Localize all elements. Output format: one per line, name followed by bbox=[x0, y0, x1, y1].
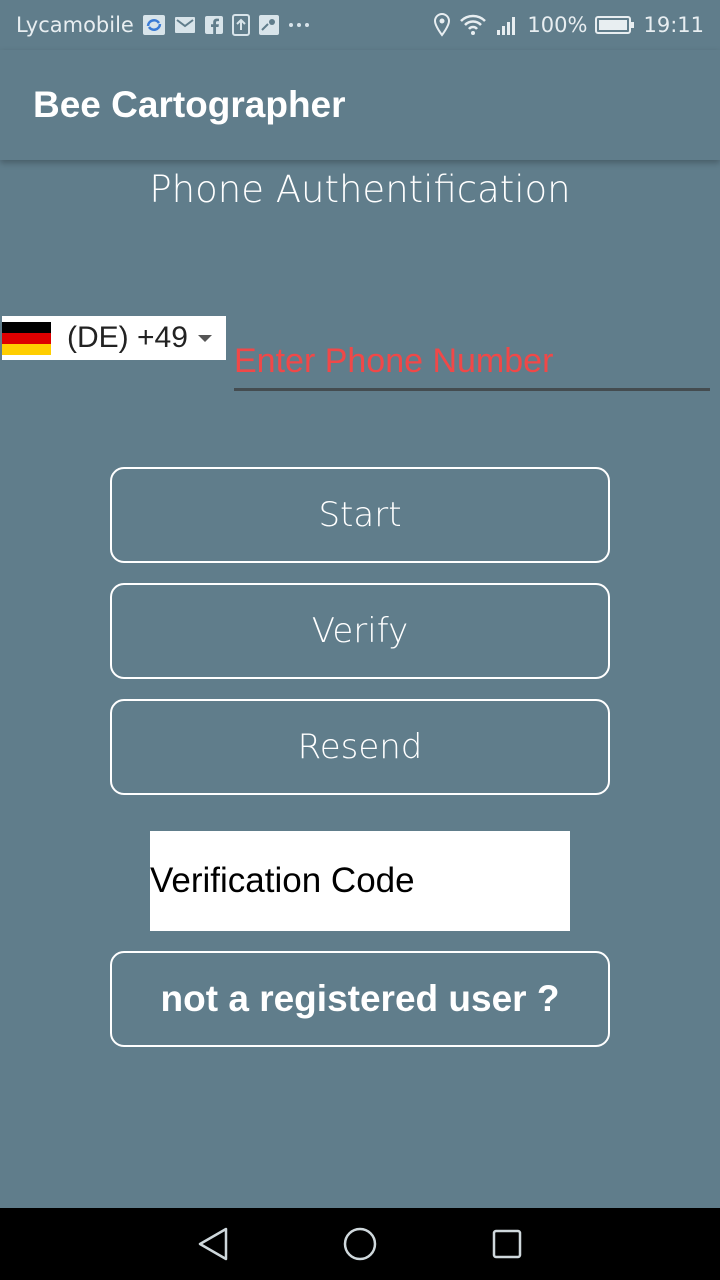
status-left: Lycamobile bbox=[16, 13, 310, 37]
app-title: Bee Cartographer bbox=[33, 84, 346, 125]
sync-icon bbox=[142, 14, 166, 36]
battery-percent: 100% bbox=[527, 13, 588, 37]
verification-code-input[interactable] bbox=[150, 831, 570, 931]
gmail-icon bbox=[174, 16, 196, 34]
not-registered-button[interactable]: not a registered user ? bbox=[110, 951, 610, 1047]
app-bar: Bee Cartographer bbox=[0, 50, 720, 160]
navigation-bar bbox=[0, 1208, 720, 1280]
verify-button[interactable]: Verify bbox=[110, 583, 610, 679]
page-heading: Phone Authentification bbox=[149, 168, 571, 211]
dropdown-arrow-icon bbox=[197, 334, 212, 342]
status-bar: Lycamobile 100% 19:11 bbox=[0, 0, 720, 50]
maps-icon bbox=[258, 14, 280, 36]
carrier-label: Lycamobile bbox=[16, 13, 134, 37]
clock: 19:11 bbox=[643, 13, 704, 37]
recents-icon[interactable] bbox=[477, 1214, 537, 1274]
resend-button[interactable]: Resend bbox=[110, 699, 610, 795]
country-code-label: (DE) +49 bbox=[67, 321, 188, 354]
back-icon[interactable] bbox=[183, 1214, 243, 1274]
start-button[interactable]: Start bbox=[110, 467, 610, 563]
country-code-picker[interactable]: (DE) +49 bbox=[2, 316, 226, 360]
battery-icon bbox=[595, 15, 635, 35]
home-icon[interactable] bbox=[330, 1214, 390, 1274]
wifi-icon bbox=[459, 14, 487, 36]
upload-icon bbox=[231, 14, 250, 36]
status-right: 100% 19:11 bbox=[433, 13, 704, 37]
more-icon bbox=[288, 22, 310, 28]
germany-flag-icon bbox=[2, 321, 51, 355]
signal-icon bbox=[495, 14, 519, 36]
location-icon bbox=[433, 13, 451, 37]
phone-number-input[interactable] bbox=[234, 335, 710, 391]
facebook-icon bbox=[204, 15, 224, 35]
